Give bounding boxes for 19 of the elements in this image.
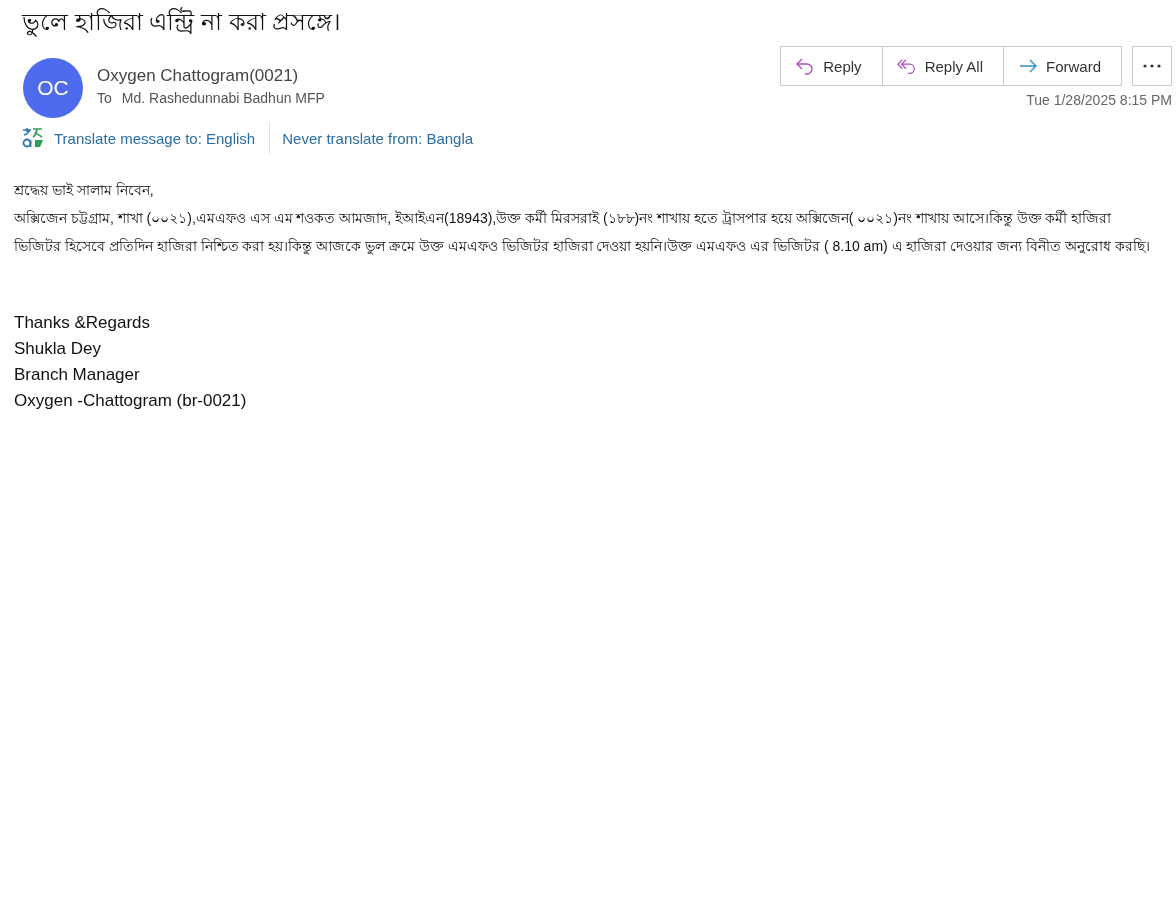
translate-icon [22, 127, 44, 149]
more-button[interactable] [1132, 46, 1172, 86]
body-paragraph: অক্সিজেন চট্টগ্রাম, শাখা (০০২১),এমএফও এস এম শওকত আমজাদ, ইআইএন(18943),উক্ত কর্মী মিরসরাই (১৮৮)নং শাখায় হতে ট্রাসপার হয়ে অক্সিজেন( ০০২১)নং শাখায় আসে।কিন্তু উক্ত কর্মী হাজিরা ভিজিটর হিসেবে প্রতিদিন হাজিরা নিশ্চিত করা হয়।কিন্তু আজকে ভুল ক্রমে উক্ত এমএফও ভিজিটর হাজিরা দেওয়া হয়নি।উক্ত এমএফও এর ভিজিটর ( 8.10 am) এ হাজিরা দেওয়ার জন্য বিনীত অনুরোধ করছি। [14, 209, 1151, 257]
recipient-name: Md. Rashedunnabi Badhun MFP [121, 90, 325, 106]
translate-link[interactable]: Translate message to: English [54, 129, 256, 147]
greeting-text: শ্রদ্ধেয় ভাই সালাম নিবেন, [14, 181, 155, 200]
sender-name: Oxygen Chattogram(0021) [97, 66, 300, 86]
email-subject: ভুলে হাজিরা এন্ট্রি না করা প্রসঙ্গে। [22, 6, 343, 39]
reply-all-icon [896, 56, 917, 76]
received-date: Tue 1/28/2025 8:15 PM [1026, 92, 1172, 108]
sender-avatar: OC [23, 58, 83, 118]
signature-line: Branch Manager [14, 364, 141, 386]
never-translate-link[interactable]: Never translate from: Bangla [282, 129, 474, 147]
signature-line: Oxygen -Chattogram (br-0021) [14, 390, 248, 412]
to-label: To [97, 90, 112, 106]
signature-line: Thanks &Regards [14, 312, 152, 334]
more-icon [1142, 64, 1162, 68]
signature-line: Shukla Dey [14, 338, 102, 360]
reply-icon [795, 56, 816, 76]
